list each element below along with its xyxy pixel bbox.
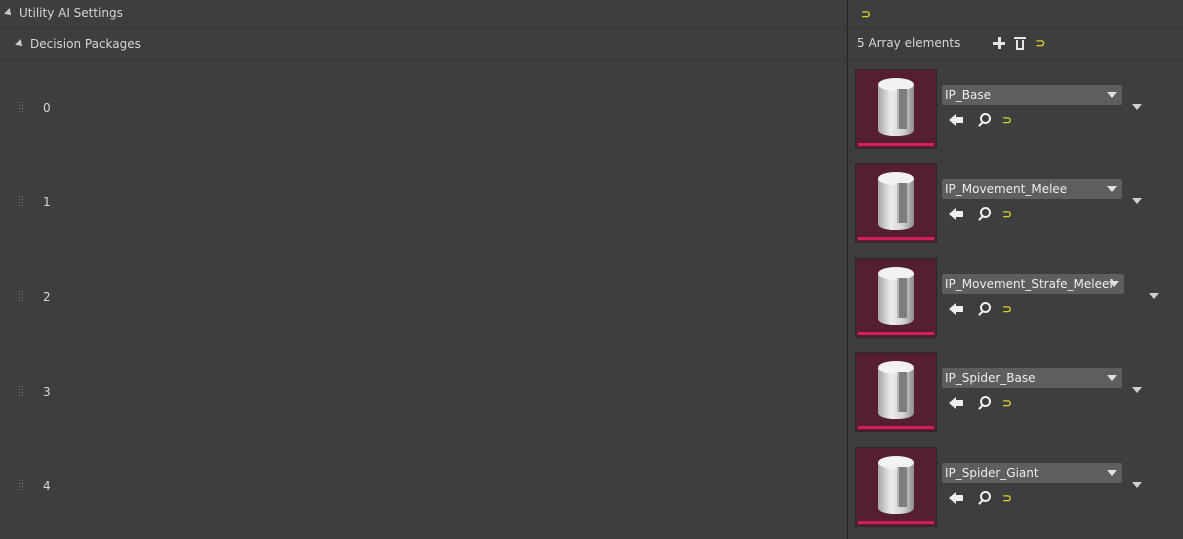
asset-name: IP_Movement_Melee — [945, 182, 1068, 196]
browse-magnifier-icon[interactable] — [977, 302, 991, 316]
property-value-column: ⊃ 5 Array elements ⊃ IP_Base ⊃ IP_Moveme… — [849, 0, 1183, 539]
reset-to-default-icon[interactable]: ⊃ — [1035, 37, 1045, 49]
asset-name: IP_Spider_Base — [945, 371, 1036, 385]
drag-handle-icon[interactable] — [18, 290, 24, 304]
element-options-chevron-icon[interactable] — [1149, 293, 1159, 299]
asset-name: IP_Base — [945, 88, 991, 102]
browse-magnifier-icon[interactable] — [977, 491, 991, 505]
property-name: Decision Packages — [30, 37, 141, 51]
use-selected-arrow-icon[interactable] — [949, 303, 963, 315]
element-options-chevron-icon[interactable] — [1132, 482, 1142, 488]
element-index: 4 — [43, 479, 51, 493]
asset-name: IP_Movement_Strafe_MeleeMid — [945, 277, 1115, 291]
reset-to-default-icon[interactable]: ⊃ — [1002, 208, 1012, 220]
asset-name: IP_Spider_Giant — [945, 466, 1039, 480]
array-element: IP_Movement_Melee ⊃ — [855, 163, 1175, 247]
reset-to-default-icon[interactable]: ⊃ — [1002, 397, 1012, 409]
asset-thumbnail[interactable] — [855, 163, 937, 243]
asset-tools: ⊃ — [949, 491, 1012, 505]
asset-picker-combo[interactable]: IP_Spider_Giant — [942, 463, 1122, 483]
category-header[interactable]: Utility AI Settings — [4, 6, 123, 20]
use-selected-arrow-icon[interactable] — [949, 492, 963, 504]
trash-icon[interactable] — [1014, 36, 1027, 50]
element-index: 2 — [43, 290, 51, 304]
reset-to-default-icon[interactable]: ⊃ — [1002, 303, 1012, 315]
browse-magnifier-icon[interactable] — [977, 207, 991, 221]
use-selected-arrow-icon[interactable] — [949, 114, 963, 126]
browse-magnifier-icon[interactable] — [977, 396, 991, 410]
array-header: 5 Array elements ⊃ — [857, 36, 1045, 50]
array-element: IP_Spider_Base ⊃ — [855, 352, 1175, 436]
chevron-down-icon — [1109, 281, 1119, 287]
category-title: Utility AI Settings — [19, 6, 123, 20]
plus-icon[interactable] — [993, 37, 1006, 49]
asset-tools: ⊃ — [949, 113, 1012, 127]
chevron-down-icon — [1107, 375, 1117, 381]
chevron-down-icon — [1107, 186, 1117, 192]
array-element: IP_Movement_Strafe_MeleeMid ⊃ — [855, 258, 1175, 342]
cylinder-asset-icon — [878, 361, 914, 421]
cylinder-asset-icon — [878, 172, 914, 232]
asset-tools: ⊃ — [949, 302, 1012, 316]
asset-picker-combo[interactable]: IP_Movement_Melee — [942, 179, 1122, 199]
chevron-down-icon — [1107, 470, 1117, 476]
array-element: IP_Base ⊃ — [855, 69, 1175, 153]
asset-picker-combo[interactable]: IP_Movement_Strafe_MeleeMid — [942, 274, 1124, 294]
asset-tools: ⊃ — [949, 396, 1012, 410]
property-name-column: Utility AI Settings Decision Packages 0 … — [0, 0, 848, 539]
cylinder-asset-icon — [878, 267, 914, 327]
drag-handle-icon[interactable] — [18, 101, 24, 115]
property-header[interactable]: Decision Packages — [15, 37, 141, 51]
element-options-chevron-icon[interactable] — [1132, 104, 1142, 110]
cylinder-asset-icon — [878, 456, 914, 516]
reset-to-default-icon[interactable]: ⊃ — [1002, 114, 1012, 126]
element-index: 1 — [43, 195, 51, 209]
use-selected-arrow-icon[interactable] — [949, 208, 963, 220]
drag-handle-icon[interactable] — [18, 479, 24, 493]
browse-magnifier-icon[interactable] — [977, 113, 991, 127]
collapse-triangle-icon[interactable] — [4, 8, 14, 18]
asset-thumbnail[interactable] — [855, 447, 937, 527]
element-index: 3 — [43, 385, 51, 399]
element-options-chevron-icon[interactable] — [1132, 198, 1142, 204]
chevron-down-icon — [1107, 92, 1117, 98]
cylinder-asset-icon — [878, 78, 914, 138]
reset-to-default-icon[interactable]: ⊃ — [1002, 492, 1012, 504]
drag-handle-icon[interactable] — [18, 385, 24, 399]
details-panel: Utility AI Settings Decision Packages 0 … — [0, 0, 1183, 539]
asset-thumbnail[interactable] — [855, 352, 937, 432]
element-options-chevron-icon[interactable] — [1132, 387, 1142, 393]
drag-handle-icon[interactable] — [18, 195, 24, 209]
array-element: IP_Spider_Giant ⊃ — [855, 447, 1175, 531]
reset-to-default-icon[interactable]: ⊃ — [861, 8, 871, 20]
asset-tools: ⊃ — [949, 207, 1012, 221]
asset-picker-combo[interactable]: IP_Spider_Base — [942, 368, 1122, 388]
array-count-label: 5 Array elements — [857, 36, 961, 50]
collapse-triangle-icon[interactable] — [15, 39, 25, 49]
asset-thumbnail[interactable] — [855, 69, 937, 149]
element-index: 0 — [43, 101, 51, 115]
asset-thumbnail[interactable] — [855, 258, 937, 338]
asset-picker-combo[interactable]: IP_Base — [942, 85, 1122, 105]
use-selected-arrow-icon[interactable] — [949, 397, 963, 409]
